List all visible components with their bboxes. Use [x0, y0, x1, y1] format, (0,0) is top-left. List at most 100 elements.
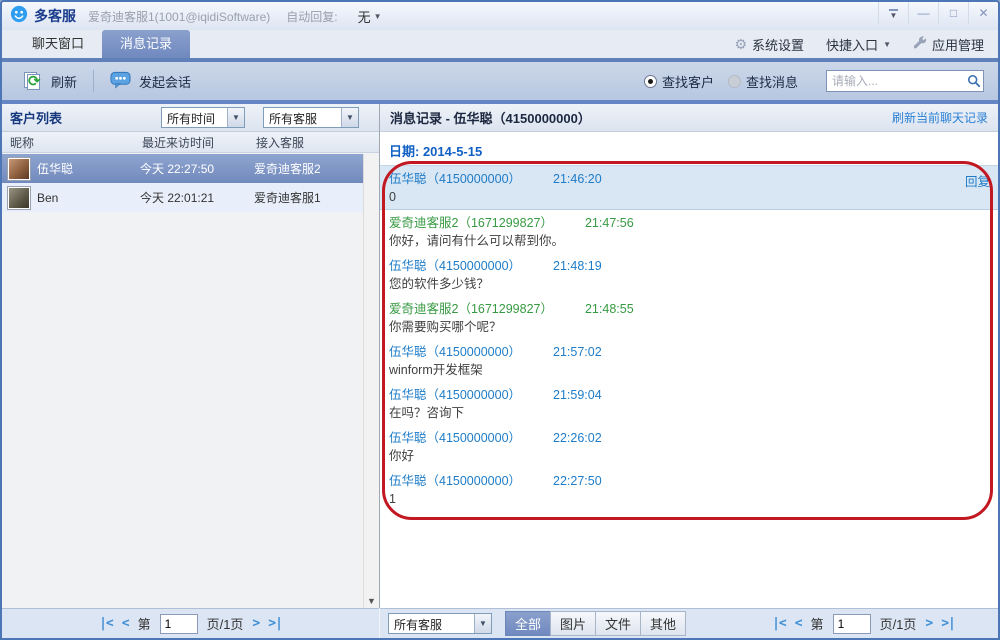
- search-input[interactable]: [827, 74, 965, 88]
- prev-page-button[interactable]: <: [795, 616, 802, 631]
- message-type-tab[interactable]: 其他: [640, 611, 686, 636]
- chevron-down-icon: ▼: [341, 108, 358, 127]
- first-page-button[interactable]: |<: [772, 616, 786, 631]
- page-number-input[interactable]: [833, 614, 871, 634]
- customer-agent: 爱奇迪客服2: [254, 160, 363, 177]
- column-last-visit: 最近来访时间: [142, 134, 256, 151]
- customer-last-visit: 今天 22:27:50: [140, 160, 254, 177]
- time-filter-value: 所有时间: [162, 108, 227, 127]
- app-logo-icon: [10, 5, 28, 28]
- page-total-label: 页/1页: [207, 614, 244, 633]
- close-button[interactable]: ✕: [968, 2, 998, 24]
- message-type-tab[interactable]: 文件: [595, 611, 641, 636]
- message-agent-filter-select[interactable]: 所有客服 ▼: [388, 613, 492, 634]
- search-box: [826, 70, 984, 92]
- customer-name: Ben: [37, 191, 58, 205]
- start-chat-label: 发起会话: [139, 72, 191, 91]
- message-item[interactable]: 伍华聪（4150000000）21:59:04 在吗？咨询下 回复: [380, 382, 998, 425]
- message-item[interactable]: 伍华聪（4150000000）22:27:50 1 回复: [380, 468, 998, 511]
- message-item[interactable]: 伍华聪（4150000000）21:48:19 您的软件多少钱？ 回复: [380, 253, 998, 296]
- refresh-chat-link[interactable]: 刷新当前聊天记录: [892, 109, 988, 126]
- first-page-button[interactable]: |<: [99, 616, 113, 631]
- message-text: 1: [389, 490, 989, 508]
- message-item[interactable]: 伍华聪（4150000000）21:57:02 winform开发框架 回复: [380, 339, 998, 382]
- page-total-label: 页/1页: [880, 614, 917, 633]
- customer-row[interactable]: Ben 今天 22:01:21 爱奇迪客服1: [2, 183, 363, 212]
- message-item[interactable]: 爱奇迪客服2（1671299827）21:48:55 你需要购买哪个呢？ 回复: [380, 296, 998, 339]
- app-management-button[interactable]: 应用管理: [913, 35, 984, 54]
- message-text: 你好，请问有什么可以帮到你。: [389, 232, 989, 250]
- customer-list-header: 昵称 最近来访时间 接入客服: [2, 132, 379, 153]
- time-filter-select[interactable]: 所有时间 ▼: [161, 107, 245, 128]
- toolbar: ⟳ 刷新 发起会话 查找客户 查找消息: [2, 62, 998, 100]
- message-type-tab[interactable]: 图片: [550, 611, 596, 636]
- next-page-button[interactable]: >: [925, 616, 932, 631]
- message-sender: 爱奇迪客服2（1671299827）: [389, 302, 553, 316]
- message-sender: 爱奇迪客服2（1671299827）: [389, 216, 553, 230]
- last-page-button[interactable]: >|: [941, 616, 955, 631]
- customer-agent: 爱奇迪客服1: [254, 189, 363, 206]
- start-chat-button[interactable]: 发起会话: [98, 66, 203, 96]
- message-time: 21:46:20: [553, 172, 602, 186]
- message-text: 在吗？咨询下: [389, 404, 989, 422]
- maximize-button[interactable]: □: [938, 2, 968, 24]
- minimize-button[interactable]: —: [908, 2, 938, 24]
- customer-list: 伍华聪 今天 22:27:50 爱奇迪客服2 Ben 今天 22:01:21 爱…: [2, 154, 363, 212]
- tab-message-history[interactable]: 消息记录: [102, 30, 190, 58]
- message-sender: 伍华聪（4150000000）: [389, 474, 521, 488]
- message-time: 21:47:56: [585, 216, 634, 230]
- window-controls: ▼ — □ ✕: [878, 2, 998, 30]
- message-sender: 伍华聪（4150000000）: [389, 431, 521, 445]
- message-text: winform开发框架: [389, 361, 989, 379]
- shortcut-entry-button[interactable]: 快捷入口 ▼: [826, 35, 891, 54]
- page-number-input[interactable]: [160, 614, 198, 634]
- prev-page-button[interactable]: <: [122, 616, 129, 631]
- message-panel: 消息记录 - 伍华聪（4150000000） 刷新当前聊天记录 日期: 2014…: [380, 104, 998, 608]
- date-header: 日期: 2014-5-15: [380, 132, 998, 167]
- page-label: 第: [138, 614, 151, 633]
- chevron-down-icon: ▼: [227, 108, 244, 127]
- find-message-radio[interactable]: 查找消息: [728, 72, 798, 91]
- scroll-down-icon[interactable]: ▼: [364, 596, 379, 606]
- shortcut-entry-label: 快捷入口: [826, 35, 878, 54]
- agent-filter-value: 所有客服: [264, 108, 341, 127]
- message-sender: 伍华聪（4150000000）: [389, 388, 521, 402]
- message-item[interactable]: 爱奇迪客服2（1671299827） 21:47:56 你好，请问有什么可以帮到你…: [380, 210, 998, 253]
- tab-chat-window[interactable]: 聊天窗口: [14, 30, 102, 58]
- message-list: 伍华聪（4150000000）21:46:20 0 回复 爱奇迪客服2（1671…: [380, 165, 998, 608]
- search-icon[interactable]: [965, 74, 983, 88]
- message-sender: 伍华聪（4150000000）: [389, 345, 521, 359]
- message-filter-bar: 所有客服 ▼ 全部图片文件其他 |< < 第 页/1页 > >|: [380, 608, 998, 638]
- reply-link[interactable]: 回复: [965, 171, 990, 190]
- customer-pagination-bar: |< < 第 页/1页 > >|: [2, 608, 379, 638]
- message-type-tab[interactable]: 全部: [505, 611, 551, 636]
- avatar: [8, 187, 30, 209]
- message-item[interactable]: 伍华聪（4150000000）22:26:02 你好 回复: [380, 425, 998, 468]
- message-pagination: |< < 第 页/1页 > >|: [772, 614, 955, 634]
- refresh-label: 刷新: [51, 72, 77, 91]
- chevron-down-icon: ▼: [474, 614, 491, 633]
- message-text: 0: [389, 188, 989, 206]
- customer-name: 伍华聪: [37, 160, 73, 177]
- message-text: 你需要购买哪个呢？: [389, 318, 989, 336]
- title-bar: 多客服 爱奇迪客服1(1001@iqidiSoftware) 自动回复: 无 ▼…: [2, 2, 998, 30]
- customer-panel: 客户列表 所有时间 ▼ 所有客服 ▼ 昵称 最近来访时间 接入客服: [2, 104, 379, 608]
- skin-button[interactable]: ▼: [878, 2, 908, 24]
- customer-panel-header: 客户列表 所有时间 ▼ 所有客服 ▼: [2, 104, 379, 132]
- find-customer-radio[interactable]: 查找客户: [644, 72, 714, 91]
- tab-bar: 聊天窗口 消息记录 ⚙ 系统设置 快捷入口 ▼ 应用管理: [2, 30, 998, 58]
- message-item[interactable]: 伍华聪（4150000000）21:46:20 0 回复: [380, 165, 998, 210]
- message-text: 你好: [389, 447, 989, 465]
- customer-list-scrollbar[interactable]: ▼: [363, 154, 379, 608]
- customer-row[interactable]: 伍华聪 今天 22:27:50 爱奇迪客服2: [2, 154, 363, 183]
- agent-filter-select[interactable]: 所有客服 ▼: [263, 107, 359, 128]
- account-label: 爱奇迪客服1(1001@iqidiSoftware): [88, 8, 270, 25]
- customer-pagination: |< < 第 页/1页 > >|: [99, 614, 282, 634]
- last-page-button[interactable]: >|: [268, 616, 282, 631]
- refresh-button[interactable]: ⟳ 刷新: [12, 66, 89, 96]
- message-time: 22:26:02: [553, 431, 602, 445]
- column-nickname: 昵称: [10, 134, 142, 151]
- next-page-button[interactable]: >: [252, 616, 259, 631]
- auto-reply-dropdown[interactable]: 无 ▼: [358, 7, 382, 26]
- system-settings-button[interactable]: ⚙ 系统设置: [734, 35, 804, 54]
